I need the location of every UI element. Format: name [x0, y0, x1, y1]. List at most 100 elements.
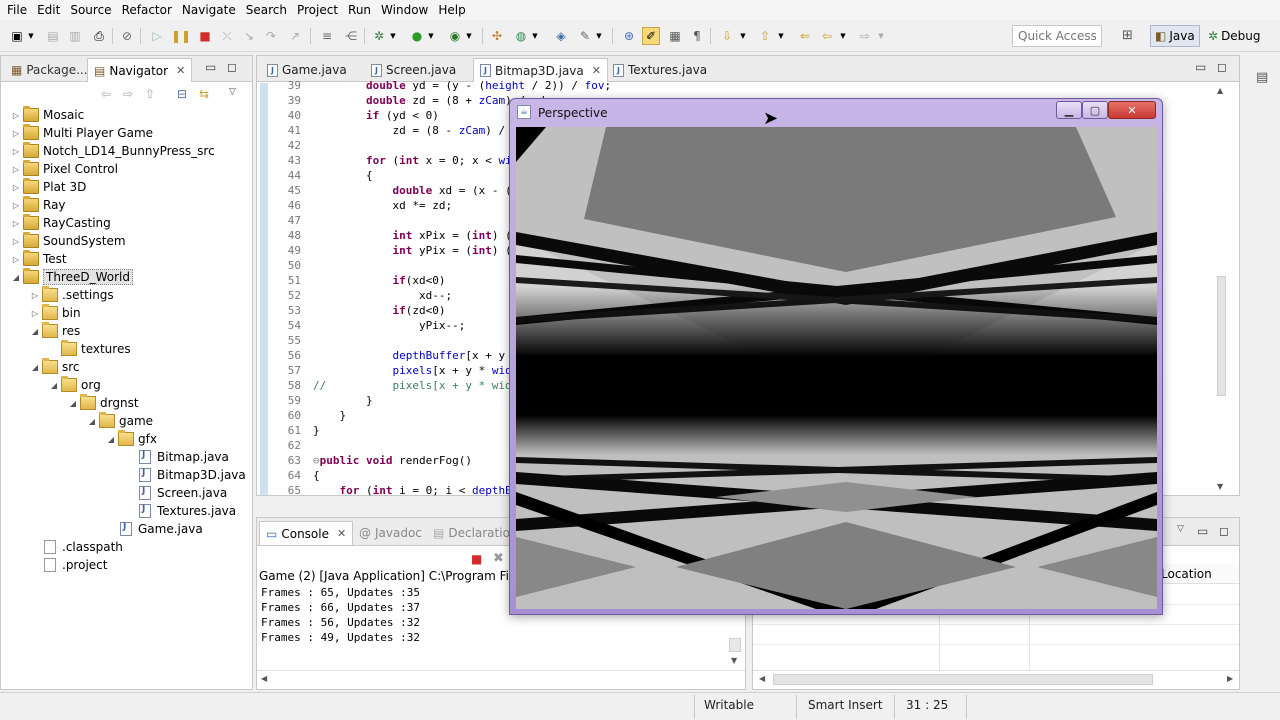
up-icon[interactable]: ⇧	[145, 87, 155, 101]
last-edit-location-icon[interactable]: ⇐	[796, 27, 814, 45]
tree-item[interactable]: ▷ Plat 3D	[11, 178, 86, 196]
back-icon[interactable]: ⇦	[101, 87, 111, 101]
resume-icon[interactable]: ▷	[148, 27, 166, 45]
console-scroll-thumb[interactable]	[729, 638, 741, 652]
editor-minimize-icon[interactable]: ▭	[1195, 60, 1206, 74]
collapsed-arrow-icon[interactable]: ▷	[11, 147, 21, 156]
console-scroll-down-icon[interactable]: ▼	[731, 656, 737, 665]
tree-item[interactable]: ▷ Multi Player Game	[11, 124, 153, 142]
debug-dropdown-icon[interactable]: ▼	[388, 27, 398, 45]
window-maximize-button[interactable]: ▢	[1082, 101, 1108, 119]
open-type-icon[interactable]: ◈	[552, 27, 570, 45]
view-menu-icon[interactable]: ▽	[1177, 524, 1184, 534]
previous-annotation-icon[interactable]: ⇧	[756, 27, 774, 45]
tree-item[interactable]: textures	[49, 340, 131, 358]
disconnect-icon[interactable]: ⤫	[218, 27, 236, 45]
code-line[interactable]: 44 {	[271, 168, 373, 183]
skip-breakpoints-icon[interactable]: ⊘	[118, 27, 136, 45]
expanded-arrow-icon[interactable]: ◢	[49, 381, 59, 390]
close-icon[interactable]: ✕	[337, 527, 346, 540]
tab-navigator[interactable]: ▤ Navigator ✕	[87, 58, 193, 82]
toggle-block-selection-icon[interactable]: ▦	[666, 27, 684, 45]
step-over-icon[interactable]: ↷	[262, 27, 280, 45]
close-icon[interactable]: ✕	[592, 64, 601, 77]
expanded-arrow-icon[interactable]: ◢	[106, 435, 116, 444]
menu-search[interactable]: Search	[241, 0, 292, 20]
save-all-icon[interactable]: ▥	[66, 27, 84, 45]
debug-icon[interactable]: ✲	[370, 27, 388, 45]
tab-console[interactable]: ▭ Console ✕	[259, 521, 354, 545]
tree-item[interactable]: ◢ game	[87, 412, 153, 430]
outline-view-icon[interactable]: ▤	[1256, 70, 1268, 85]
collapsed-arrow-icon[interactable]: ▷	[30, 309, 40, 318]
link-with-editor-icon[interactable]: ⇆	[199, 87, 209, 101]
tree-item[interactable]: ▷ Pixel Control	[11, 160, 118, 178]
collapsed-arrow-icon[interactable]: ▷	[11, 219, 21, 228]
scroll-up-icon[interactable]: ▲	[1217, 86, 1223, 95]
open-perspective-icon[interactable]: ⊞	[1122, 28, 1133, 43]
code-line[interactable]: 51 if(xd<0)	[271, 273, 446, 288]
step-into-icon[interactable]: ↘	[240, 27, 258, 45]
code-line[interactable]: 59 }	[271, 393, 373, 408]
perspective-debug-button[interactable]: ✲ Debug	[1204, 25, 1265, 47]
next-annotation-icon[interactable]: ⇩	[718, 27, 736, 45]
forward-icon[interactable]: ⇨	[123, 87, 133, 101]
tab-package-explorer[interactable]: ▦ Package...	[5, 58, 94, 82]
render-canvas[interactable]	[516, 127, 1157, 609]
tree-item[interactable]: ◢ src	[30, 358, 80, 376]
new-icon[interactable]: ▣	[8, 27, 26, 45]
run-icon[interactable]: ●	[408, 27, 426, 45]
minimize-icon[interactable]: ▭	[205, 60, 216, 74]
menu-project[interactable]: Project	[292, 0, 343, 20]
horizontal-scroll-thumb[interactable]	[773, 674, 1153, 685]
window-close-button[interactable]: ✕	[1108, 101, 1156, 119]
column-location[interactable]: Location	[1161, 567, 1212, 581]
expanded-arrow-icon[interactable]: ◢	[68, 399, 78, 408]
code-line[interactable]: 46 xd *= zd;	[271, 198, 452, 213]
expanded-arrow-icon[interactable]: ◢	[11, 273, 21, 282]
collapsed-arrow-icon[interactable]: ▷	[11, 237, 21, 246]
terminate-icon[interactable]: ■	[196, 27, 214, 45]
tree-item[interactable]: ◢ ThreeD_World	[11, 268, 133, 286]
code-line[interactable]: 50	[271, 258, 313, 273]
menu-refactor[interactable]: Refactor	[117, 0, 177, 20]
tree-item[interactable]: ◢ res	[30, 322, 80, 340]
editor-scroll-thumb[interactable]	[1217, 276, 1226, 396]
external-tools-dropdown-icon[interactable]: ▼	[464, 27, 474, 45]
tree-item[interactable]: Screen.java	[125, 484, 227, 502]
external-tools-icon[interactable]: ◉	[446, 27, 464, 45]
code-line[interactable]: 55	[271, 333, 313, 348]
tree-item[interactable]: ◢ org	[49, 376, 101, 394]
new-java-project-icon[interactable]: ✣	[488, 27, 506, 45]
back-dropdown-icon[interactable]: ▼	[838, 27, 848, 45]
tree-item[interactable]: ◢ drgnst	[68, 394, 139, 412]
code-line[interactable]: 64 {	[271, 468, 320, 483]
collapsed-arrow-icon[interactable]: ▷	[11, 183, 21, 192]
forward-icon[interactable]: ⇨	[856, 27, 874, 45]
console-horizontal-scrollbar[interactable]: ◀	[257, 670, 745, 688]
scroll-down-icon[interactable]: ▼	[1217, 482, 1223, 491]
menu-window[interactable]: Window	[376, 0, 433, 20]
print-icon[interactable]: ⎙	[90, 27, 108, 45]
tree-item[interactable]: ▷ Mosaic	[11, 106, 84, 124]
code-line[interactable]: 54 yPix--;	[271, 318, 466, 333]
view-menu-icon[interactable]: ▽	[229, 87, 236, 97]
collapsed-arrow-icon[interactable]: ▷	[11, 111, 21, 120]
tree-item[interactable]: ▷ bin	[30, 304, 81, 322]
search-icon[interactable]: ✎	[576, 27, 594, 45]
tree-item[interactable]: Textures.java	[125, 502, 236, 520]
save-icon[interactable]: ▤	[44, 27, 62, 45]
suspend-icon[interactable]: ❚❚	[171, 27, 191, 45]
run-dropdown-icon[interactable]: ▼	[426, 27, 436, 45]
code-line[interactable]: 53 if(zd<0)	[271, 303, 446, 318]
use-step-filters-icon[interactable]: ⋲	[342, 27, 360, 45]
tree-item[interactable]: ▷ Notch_LD14_BunnyPress_src	[11, 142, 215, 160]
code-line[interactable]: 41 zd = (8 - zCam) / -yd;	[271, 123, 538, 138]
code-line[interactable]: 61}	[271, 423, 320, 438]
tree-item[interactable]: Bitmap.java	[125, 448, 229, 466]
collapse-all-icon[interactable]: ⊟	[177, 87, 187, 101]
editor-maximize-icon[interactable]: ◻	[1217, 60, 1227, 74]
console-scroll-left-icon[interactable]: ◀	[261, 674, 267, 683]
menu-navigate[interactable]: Navigate	[177, 0, 241, 20]
tree-item[interactable]: Bitmap3D.java	[125, 466, 246, 484]
